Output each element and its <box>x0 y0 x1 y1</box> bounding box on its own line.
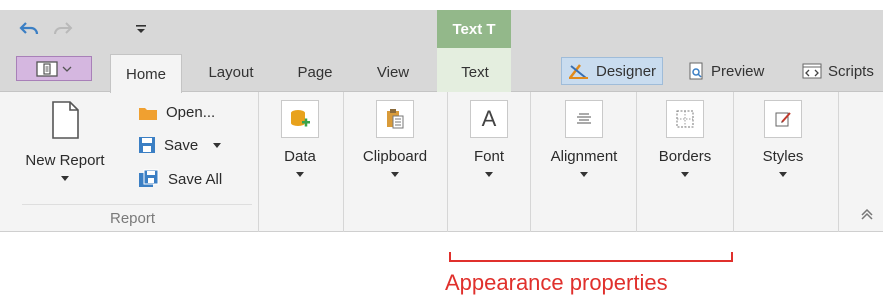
scripts-label: Scripts <box>828 62 874 80</box>
data-label: Data <box>284 148 316 165</box>
font-button[interactable]: A Font <box>464 100 514 177</box>
alignment-label: Alignment <box>550 148 618 165</box>
open-label: Open... <box>166 104 216 121</box>
clipboard-icon <box>387 109 404 129</box>
dropdown-arrow-icon <box>296 172 304 177</box>
application-menu-button[interactable] <box>16 56 92 81</box>
customize-toolbar-icon[interactable] <box>130 18 152 40</box>
undo-icon[interactable] <box>18 18 40 40</box>
clipboard-label: Clipboard <box>362 148 428 165</box>
tab-layout[interactable]: Layout <box>196 60 266 84</box>
dropdown-arrow-icon <box>681 172 689 177</box>
dropdown-arrow-icon <box>485 172 493 177</box>
new-document-icon <box>52 101 79 139</box>
scripts-icon <box>802 63 822 79</box>
align-center-icon <box>577 113 591 124</box>
tab-home[interactable]: Home <box>110 54 182 93</box>
open-button[interactable]: Open... <box>138 104 215 121</box>
tab-page[interactable]: Page <box>290 60 340 84</box>
context-tab-header: Text T <box>437 10 511 48</box>
folder-icon <box>139 107 157 120</box>
font-label: Font <box>473 148 504 165</box>
preview-button[interactable]: Preview <box>683 57 770 85</box>
group-separator <box>733 92 734 232</box>
scripts-button[interactable]: Scripts <box>796 57 880 85</box>
chevron-down-icon[interactable] <box>212 141 222 149</box>
save-all-button[interactable]: Save All <box>138 169 222 189</box>
designer-label: Designer <box>596 62 657 80</box>
preview-icon <box>689 62 703 80</box>
save-all-label: Save All <box>168 170 223 188</box>
group-separator <box>636 92 637 232</box>
dropdown-arrow-icon <box>61 176 69 181</box>
alignment-icon-box <box>565 100 603 138</box>
annotation-label: Appearance properties <box>445 270 668 295</box>
borders-button[interactable]: Borders <box>652 100 718 177</box>
report-group-label: Report <box>110 210 156 227</box>
styles-icon-box <box>764 100 802 138</box>
styles-button[interactable]: Styles <box>755 100 811 177</box>
tab-text[interactable]: Text <box>450 60 500 84</box>
preview-label: Preview <box>711 62 765 80</box>
dropdown-arrow-icon <box>391 172 399 177</box>
group-label-divider <box>22 204 252 205</box>
borders-icon <box>676 110 694 128</box>
save-label: Save <box>164 136 199 154</box>
clipboard-button[interactable]: Clipboard <box>355 100 435 177</box>
styles-label: Styles <box>762 148 804 165</box>
redo-icon[interactable] <box>52 18 74 40</box>
styles-icon <box>775 112 791 127</box>
alignment-button[interactable]: Alignment <box>543 100 625 177</box>
save-button[interactable]: Save <box>138 136 222 154</box>
annotation-bracket <box>449 252 733 262</box>
tab-view[interactable]: View <box>368 60 418 84</box>
designer-icon <box>569 64 588 79</box>
chevron-down-icon <box>62 66 72 72</box>
group-separator <box>258 92 259 232</box>
data-button[interactable]: Data <box>272 100 328 177</box>
group-separator <box>838 92 839 232</box>
borders-label: Borders <box>658 148 712 165</box>
dropdown-arrow-icon <box>779 172 787 177</box>
group-separator <box>343 92 344 232</box>
data-icon-box <box>281 100 319 138</box>
save-all-icon <box>139 169 159 187</box>
database-add-icon <box>291 110 310 127</box>
designer-button[interactable]: Designer <box>561 57 664 85</box>
save-icon <box>139 137 155 153</box>
group-separator <box>447 92 448 232</box>
clipboard-icon-box <box>376 100 414 138</box>
layout-icon <box>36 60 58 77</box>
borders-icon-box <box>666 100 704 138</box>
font-icon-box: A <box>470 100 508 138</box>
new-report-button[interactable]: New Report <box>20 100 110 181</box>
collapse-ribbon-icon[interactable] <box>860 208 874 224</box>
ribbon: Text T Home Layout Page View Text Design… <box>0 0 883 232</box>
dropdown-arrow-icon <box>580 172 588 177</box>
new-report-label: New Report <box>25 152 105 169</box>
group-separator <box>530 92 531 232</box>
font-icon: A <box>481 106 497 131</box>
